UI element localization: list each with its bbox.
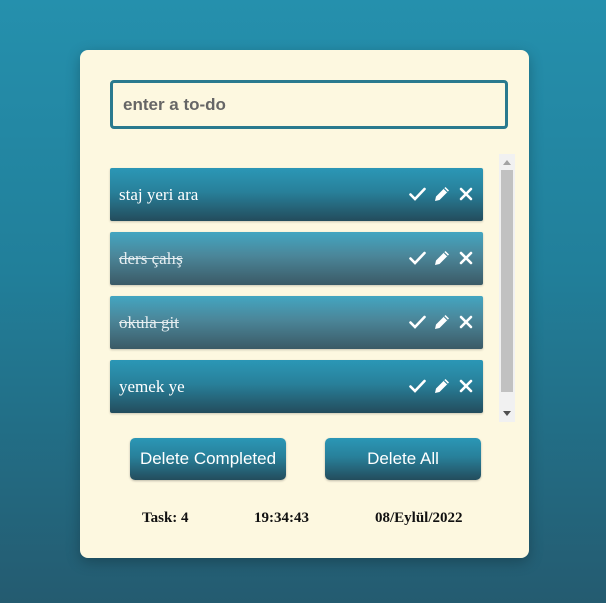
todo-text: okula git (119, 313, 179, 332)
todo-input[interactable] (110, 80, 508, 129)
pencil-icon[interactable] (432, 312, 451, 332)
delete-all-button[interactable]: Delete All (325, 438, 481, 480)
pencil-icon[interactable] (432, 248, 451, 268)
check-icon[interactable] (408, 248, 427, 268)
todo-text: staj yeri ara (119, 185, 199, 204)
check-icon[interactable] (408, 312, 427, 332)
todo-item: okula git (110, 296, 483, 349)
scroll-down-arrow-icon[interactable] (499, 406, 515, 420)
todo-item: staj yeri ara (110, 168, 483, 221)
scroll-thumb[interactable] (501, 170, 513, 392)
list-scrollbar[interactable] (499, 154, 515, 422)
task-count: Task: 4 (142, 510, 189, 526)
check-icon[interactable] (408, 376, 427, 396)
todo-list: staj yeri ara ders çalış okula git yemek… (110, 154, 516, 422)
pencil-icon[interactable] (432, 376, 451, 396)
close-icon[interactable] (456, 184, 475, 204)
close-icon[interactable] (456, 376, 475, 396)
todo-card: staj yeri ara ders çalış okula git (80, 50, 529, 558)
todo-text: yemek ye (119, 377, 185, 396)
scroll-up-arrow-icon[interactable] (499, 155, 515, 169)
clock-time: 19:34:43 (254, 510, 309, 526)
todo-item: yemek ye (110, 360, 483, 413)
pencil-icon[interactable] (432, 184, 451, 204)
current-date: 08/Eylül/2022 (375, 510, 463, 526)
close-icon[interactable] (456, 248, 475, 268)
todo-item: ders çalış (110, 232, 483, 285)
check-icon[interactable] (408, 184, 427, 204)
close-icon[interactable] (456, 312, 475, 332)
delete-completed-button[interactable]: Delete Completed (130, 438, 286, 480)
todo-text: ders çalış (119, 249, 183, 268)
